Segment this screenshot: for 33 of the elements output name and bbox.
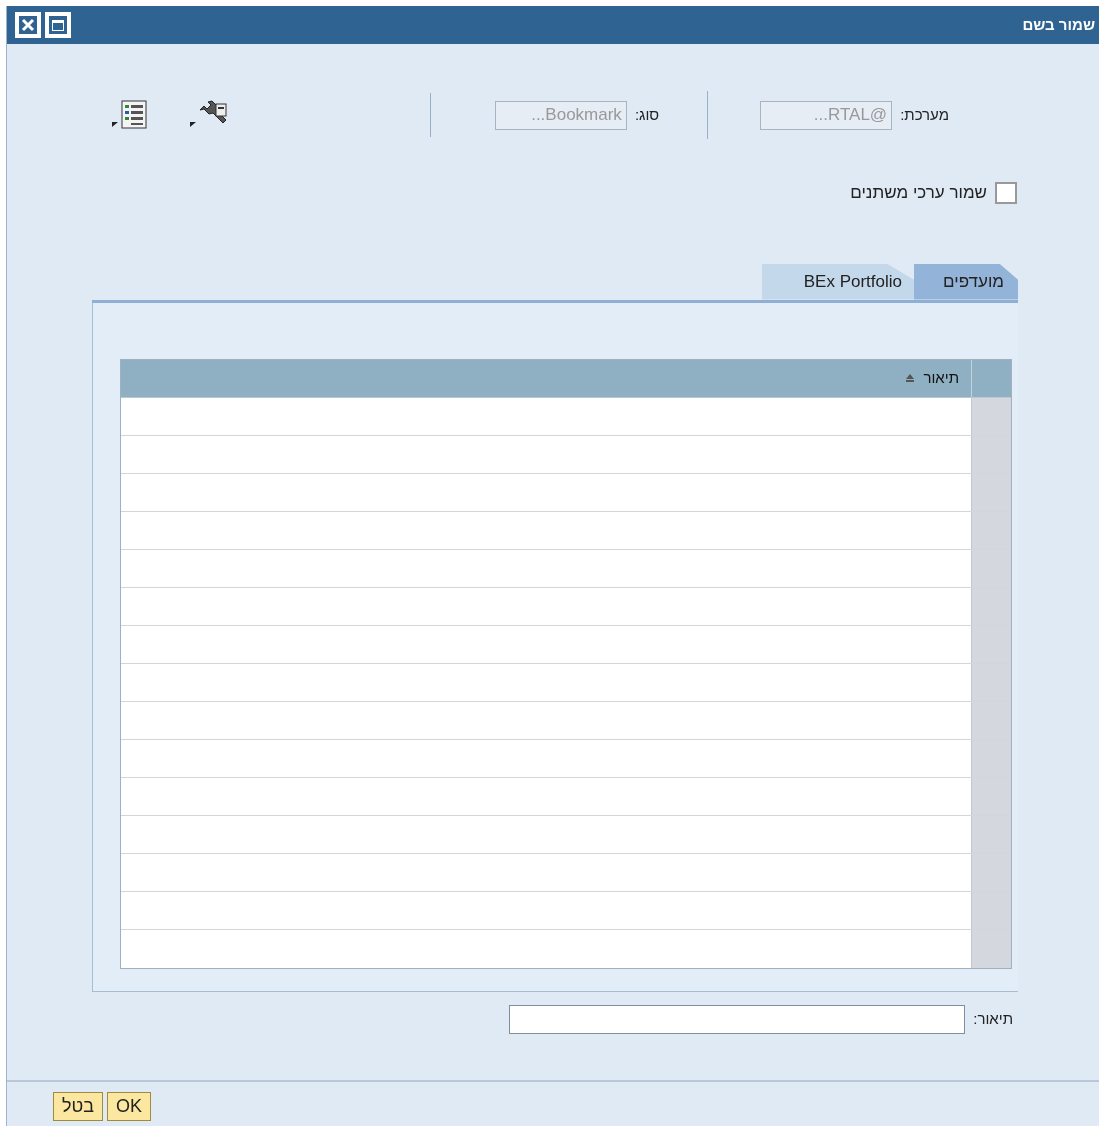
checkbox[interactable]: [995, 181, 1017, 204]
close-button[interactable]: [15, 12, 41, 38]
row-selector[interactable]: [971, 891, 1011, 929]
list-icon: [109, 100, 150, 130]
description-field[interactable]: [509, 1004, 966, 1034]
tab[interactable]: BEx Portfolio: [762, 263, 914, 300]
tab[interactable]: מועדפים: [914, 263, 1018, 300]
close-icon: [19, 16, 37, 34]
row-selector[interactable]: [971, 663, 1011, 701]
row-selector[interactable]: [971, 587, 1011, 625]
layout-button[interactable]: [109, 100, 150, 130]
row-selector[interactable]: [971, 701, 1011, 739]
checkbox-label: שמור ערכי משתנים: [850, 182, 987, 204]
row-selector[interactable]: [971, 549, 1011, 587]
row-selector[interactable]: [971, 777, 1011, 815]
row-selector[interactable]: [971, 815, 1011, 853]
ok-button[interactable]: OK: [107, 1091, 152, 1121]
row-selector[interactable]: [971, 929, 1011, 968]
row-selector[interactable]: [971, 739, 1011, 777]
maximize-button[interactable]: [45, 12, 71, 38]
row-selector[interactable]: [971, 625, 1011, 663]
row-selector[interactable]: [971, 435, 1011, 473]
field-label: סוג:: [634, 104, 660, 125]
row-selector[interactable]: [971, 473, 1011, 511]
row-selector[interactable]: [971, 853, 1011, 891]
description-label: תיאור:: [973, 1008, 1013, 1029]
maximize-icon: [48, 15, 68, 35]
field-label: מערכת:: [900, 104, 949, 125]
row-selector[interactable]: [971, 511, 1011, 549]
cancel-button[interactable]: בטל: [53, 1091, 104, 1121]
column-label: תיאור: [923, 367, 959, 388]
row-selector[interactable]: [971, 397, 1011, 435]
window-title: שמור בשם: [1022, 14, 1095, 35]
